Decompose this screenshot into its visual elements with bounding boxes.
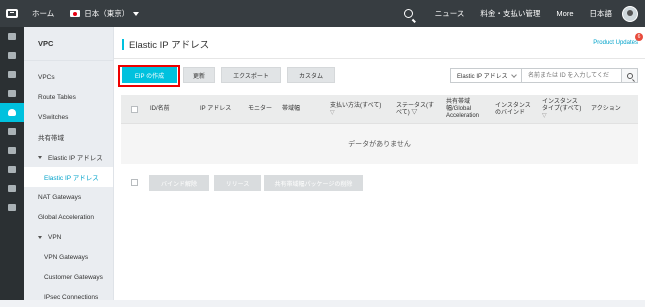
cube-icon[interactable] <box>0 46 24 65</box>
caret-down-icon <box>38 235 42 239</box>
column-instance-line1: インスタンス <box>495 102 531 109</box>
page-title: Elastic IP アドレス <box>129 40 210 51</box>
notification-badge: 6 <box>635 33 643 41</box>
region-label: 日本（東京） <box>84 9 130 18</box>
sidebar-item-customer-gateways[interactable]: Customer Gateways <box>24 267 113 287</box>
column-shared-line3: Acceleration <box>446 112 480 119</box>
region-selector[interactable]: 日本（東京） <box>62 8 147 19</box>
column-bound-instance: インスタンス のバインド <box>495 95 543 124</box>
column-itype-line2: タイプ(すべて) <box>542 106 582 113</box>
column-instance-type[interactable]: インスタンス タイプ(すべて) ▽ <box>542 95 592 124</box>
column-actions: アクション <box>591 106 621 113</box>
table-header: ID/名前 IP アドレス モニター 帯域幅 支払い方法(すべて) ▽ ステータ… <box>121 95 638 124</box>
top-navbar: ホーム 日本（東京） ニュース 料金・支払い管理 More 日本語 <box>0 0 645 27</box>
filter-icon: ▽ <box>330 109 335 116</box>
sidebar-item-ipsec-connections[interactable]: IPsec Connections <box>24 287 113 307</box>
billing-link[interactable]: 料金・支払い管理 <box>472 8 548 19</box>
page-header: Elastic IP アドレス <box>122 37 209 51</box>
sidebar-item-route-tables[interactable]: Route Tables <box>24 87 113 107</box>
avatar[interactable] <box>622 5 638 22</box>
sidebar-item-vpcs[interactable]: VPCs <box>24 67 113 87</box>
custom-button[interactable]: カスタム <box>287 67 335 83</box>
caret-down-icon <box>133 11 140 16</box>
search-input[interactable] <box>522 68 622 83</box>
filter-type-label: Elastic IP アドレス <box>457 74 508 80</box>
sidebar-item-nat-gateways[interactable]: NAT Gateways <box>24 187 113 207</box>
console-logo-icon[interactable] <box>0 0 24 27</box>
search-icon <box>626 72 633 79</box>
column-shared-line2: 幅/Global <box>446 106 472 113</box>
product-updates-link[interactable]: Product Updates <box>593 40 638 46</box>
product-icon-bar <box>0 27 24 300</box>
release-button[interactable]: リリース <box>214 175 261 191</box>
sidebar-title: VPC <box>24 27 113 61</box>
column-instance-line2: のバインド <box>495 109 526 116</box>
sidebar-group-vpn[interactable]: VPN <box>24 227 113 247</box>
vpc-sidebar: VPC VPCs Route Tables VSwitches 共有帯域 Ela… <box>24 27 114 301</box>
language-link[interactable]: 日本語 <box>582 8 621 19</box>
sidebar-item-elastic-ip[interactable]: Elastic IP アドレス <box>24 167 113 187</box>
filter-icon: ▽ <box>542 112 547 119</box>
home-link[interactable]: ホーム <box>24 8 62 19</box>
footer-select-all-checkbox[interactable] <box>131 179 138 186</box>
shield-icon[interactable] <box>0 65 24 84</box>
empty-state-message: データがありません <box>348 141 411 148</box>
network-icon[interactable] <box>0 160 24 179</box>
header-divider <box>114 58 645 59</box>
column-billing-line1: 支払い方法(すべて) <box>330 102 382 109</box>
sidebar-group-elastic-ip[interactable]: Elastic IP アドレス <box>24 147 113 167</box>
caret-down-icon <box>38 155 42 159</box>
chevron-down-icon <box>511 72 517 78</box>
search-icon[interactable] <box>403 9 413 18</box>
column-status[interactable]: ステータス(す べて) ▽ <box>396 95 442 124</box>
main-content: Elastic IP アドレス Product Updates 6 EIP の作… <box>114 27 645 300</box>
search-button[interactable] <box>622 68 638 83</box>
cloud-icon[interactable] <box>0 103 24 122</box>
column-status-line1: ステータス(す <box>396 102 434 109</box>
column-bandwidth: 帯域幅 <box>282 106 301 113</box>
title-accent-bar <box>122 38 124 50</box>
table-body: データがありません <box>121 124 638 164</box>
list-icon[interactable] <box>0 27 24 46</box>
filter-type-select[interactable]: Elastic IP アドレス <box>450 68 522 83</box>
refresh-button[interactable]: 更新 <box>183 67 215 83</box>
japan-flag-icon <box>70 10 81 17</box>
tools-icon[interactable] <box>0 141 24 160</box>
sidebar-group-label: Elastic IP アドレス <box>48 155 103 162</box>
select-all-checkbox[interactable] <box>131 95 138 124</box>
column-shared-line1: 共有帯域 <box>446 99 471 106</box>
column-ip-address: IP アドレス <box>200 106 232 113</box>
highlight-box <box>118 65 180 87</box>
column-shared-bandwidth: 共有帯域 幅/Global Acceleration <box>446 95 494 124</box>
column-billing-method[interactable]: 支払い方法(すべて) ▽ <box>330 95 382 124</box>
sidebar-item-vswitches[interactable]: VSwitches <box>24 107 113 127</box>
sidebar-item-shared-bandwidth[interactable]: 共有帯域 <box>24 127 113 147</box>
column-id-name: ID/名前 <box>150 106 170 113</box>
sidebar-group-label: VPN <box>48 233 62 241</box>
remove-shared-bandwidth-button[interactable]: 共有帯域幅パッケージの削除 <box>264 175 363 191</box>
column-itype-line1: インスタンス <box>542 99 578 106</box>
column-monitor: モニター <box>248 106 273 113</box>
circle-icon[interactable] <box>0 198 24 217</box>
column-status-line2: べて) ▽ <box>396 109 418 116</box>
sidebar-item-global-acceleration[interactable]: Global Acceleration <box>24 207 113 227</box>
database-icon[interactable] <box>0 122 24 141</box>
more-link[interactable]: More <box>548 9 581 18</box>
server-icon[interactable] <box>0 84 24 103</box>
news-link[interactable]: ニュース <box>427 8 473 19</box>
unbind-button[interactable]: バインド解除 <box>149 175 209 191</box>
export-button[interactable]: エクスポート <box>221 67 281 83</box>
sidebar-item-vpn-gateways[interactable]: VPN Gateways <box>24 247 113 267</box>
storage-icon[interactable] <box>0 179 24 198</box>
